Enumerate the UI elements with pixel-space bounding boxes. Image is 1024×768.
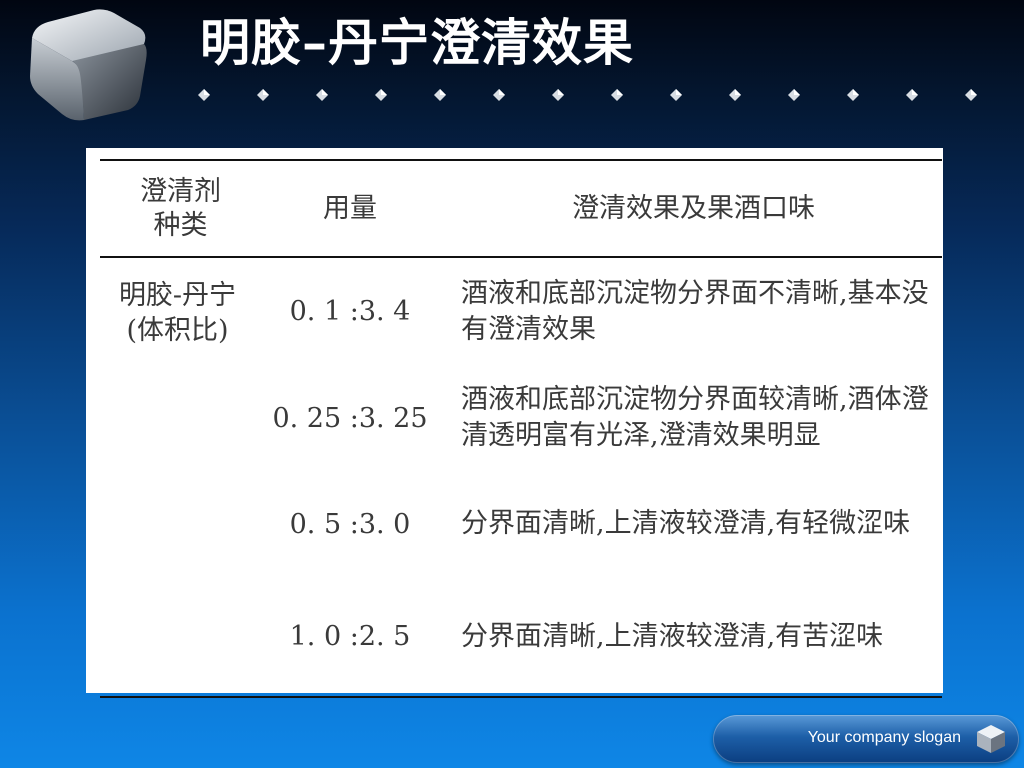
diamond-icon [906, 89, 918, 101]
clarification-table: 澄清剂 种类 用量 澄清效果及果酒口味 明胶-丹宁 (体积比) 0. 1 :3.… [100, 159, 942, 698]
effect-cell: 分界面清晰,上清液较澄清,有轻微涩味 [461, 508, 911, 539]
diamond-icon [316, 89, 328, 101]
diamond-icon [670, 89, 682, 101]
cube-logo-icon [30, 9, 147, 121]
table-row: 明胶-丹宁 (体积比) 0. 1 :3. 4 酒液和底部沉淀物分界面不清晰,基本… [100, 257, 942, 365]
diamond-icon [198, 89, 210, 101]
table-header-row: 澄清剂 种类 用量 澄清效果及果酒口味 [100, 159, 942, 258]
table-panel: 澄清剂 种类 用量 澄清效果及果酒口味 明胶-丹宁 (体积比) 0. 1 :3.… [86, 148, 943, 697]
header-type-line1: 澄清剂 [140, 175, 221, 207]
diamond-icon [788, 89, 800, 101]
dose-cell: 1. 0 :2. 5 [289, 621, 411, 652]
diamond-icon [375, 89, 387, 101]
dose-cell: 0. 25 :3. 25 [272, 402, 428, 434]
clarifier-type-cell: 明胶-丹宁 (体积比) [100, 257, 255, 697]
diamond-icon [552, 89, 564, 101]
diamond-icon [965, 89, 977, 101]
diamond-icon [729, 89, 741, 101]
slide-title: 明胶–丹宁澄清效果 [200, 13, 634, 72]
header-dose: 用量 [255, 159, 445, 258]
effect-cell: 分界面清晰,上清液较澄清,有苦涩味 [461, 620, 884, 652]
company-slogan: Your company slogan [807, 729, 961, 746]
diamond-icon [847, 89, 859, 101]
dose-cell: 0. 1 :3. 4 [289, 296, 411, 327]
slogan-bar: Your company slogan [713, 715, 1019, 763]
clarifier-type-line1: 明胶-丹宁 [118, 280, 237, 311]
small-cube-icon [977, 725, 1005, 753]
clarifier-type-line2: (体积比) [126, 315, 229, 346]
header-type-line2: 种类 [153, 209, 208, 241]
diamond-icon [257, 89, 269, 101]
effect-cell: 酒液和底部沉淀物分界面不清晰,基本没有澄清效果 [461, 277, 929, 345]
header-clarifier-type: 澄清剂 种类 [100, 159, 255, 258]
effect-cell: 酒液和底部沉淀物分界面较清晰,酒体澄清透明富有光泽,澄清效果明显 [461, 384, 929, 451]
diamond-icon [434, 89, 446, 101]
dose-cell: 0. 5 :3. 0 [289, 508, 411, 540]
header-effect: 澄清效果及果酒口味 [445, 159, 942, 258]
diamond-bullet-row [198, 89, 977, 101]
diamond-icon [493, 89, 505, 101]
diamond-icon [611, 89, 623, 101]
